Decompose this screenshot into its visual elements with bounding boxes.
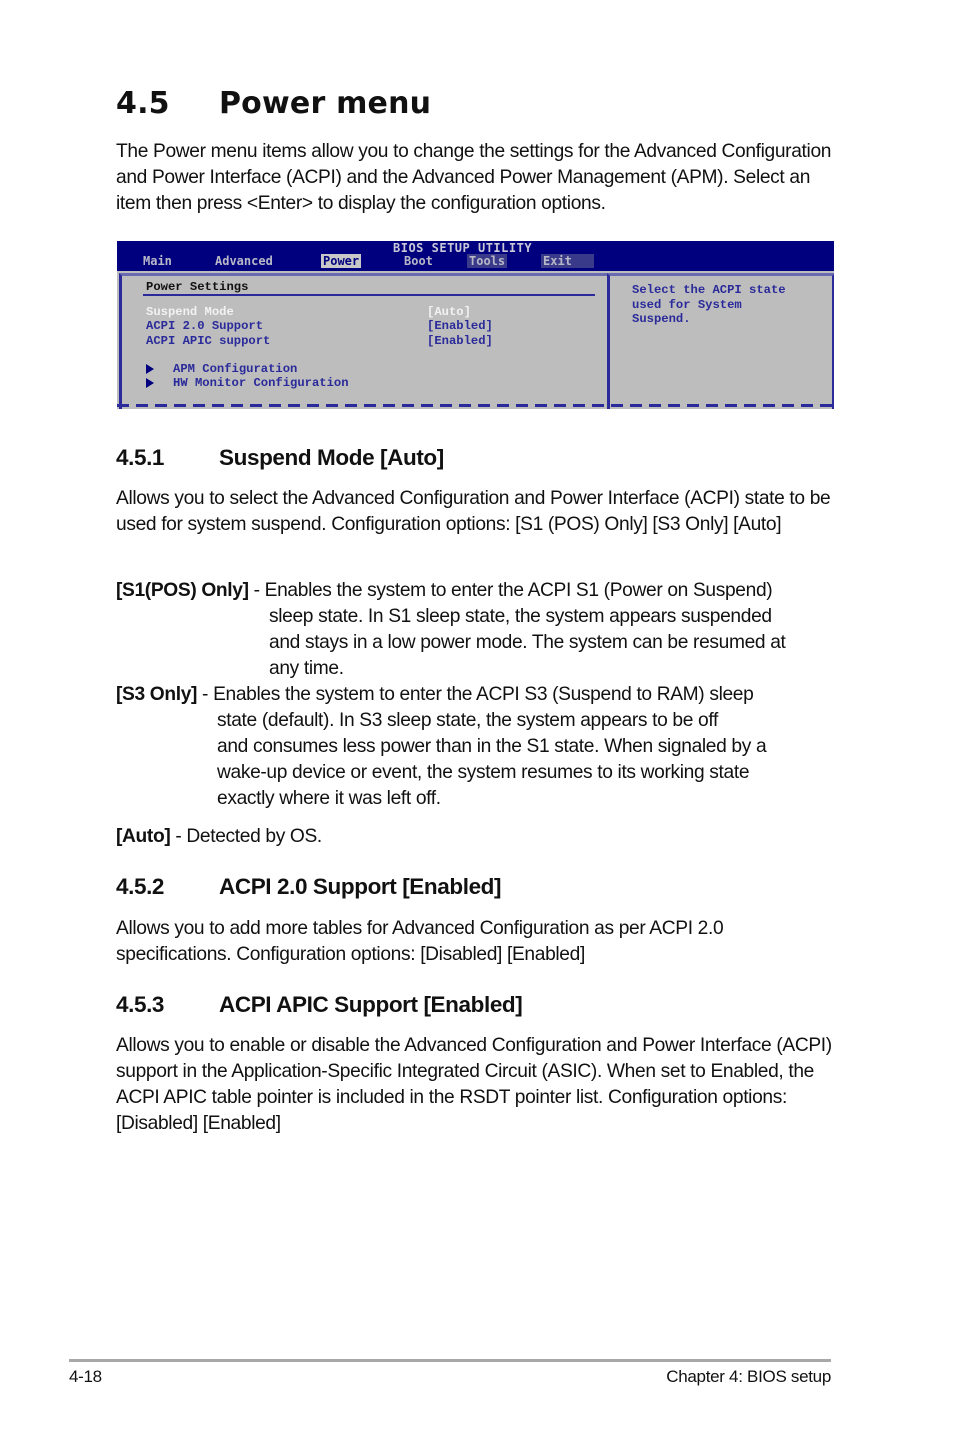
bios-bottom-border — [117, 404, 834, 407]
chapter-label: Chapter 4: BIOS setup — [666, 1367, 831, 1386]
bios-tab-advanced[interactable]: Advanced — [213, 254, 275, 268]
help-line: Suspend. — [632, 312, 691, 326]
option-auto: [Auto] - Detected by OS. — [116, 826, 322, 847]
option-line: Enables the system to enter the ACPI S1 … — [264, 580, 773, 601]
subsection-number: 4.5.3 — [116, 992, 165, 1017]
bios-tab-exit[interactable]: Exit — [541, 254, 594, 268]
bios-tab-boot[interactable]: Boot — [402, 254, 435, 268]
bios-submenu-hw-monitor[interactable]: HW Monitor Configuration — [173, 376, 349, 391]
option-line: exactly where it was left off. — [217, 788, 441, 809]
section-number: 4.5 — [116, 86, 170, 121]
subsection-number: 4.5.2 — [116, 874, 165, 899]
intro-paragraph: The Power menu items allow you to change… — [116, 141, 832, 214]
subsection-heading-4-5-2: 4.5.2 ACPI 2.0 Support [Enabled] — [116, 874, 502, 900]
option-line: and stays in a low power mode. The syste… — [269, 632, 786, 653]
option-term: [S3 Only] — [116, 684, 198, 705]
page-number: 4-18 — [69, 1367, 102, 1386]
option-line: wake-up device or event, the system resu… — [217, 762, 750, 783]
option-s1-pos-only: [S1(POS) Only] - Enables the system to e… — [116, 578, 836, 682]
bios-value-suspend-mode[interactable]: [Auto] — [427, 305, 471, 320]
subsection-heading-4-5-1: 4.5.1 Suspend Mode [Auto] — [116, 445, 444, 471]
option-term: [S1(POS) Only] — [116, 580, 249, 601]
suspend-mode-description: Allows you to select the Advanced Config… — [116, 488, 831, 535]
subsection-title: ACPI APIC Support [Enabled] — [219, 992, 523, 1017]
bios-item-acpi-apic[interactable]: ACPI APIC support — [146, 334, 270, 349]
option-s3-only: [S3 Only] - Enables the system to enter … — [116, 682, 836, 812]
option-line: and consumes less power than in the S1 s… — [217, 736, 767, 757]
submenu-arrow-icon — [146, 364, 154, 374]
acpi-apic-description: Allows you to enable or disable the Adva… — [116, 1035, 832, 1134]
bios-title: BIOS SETUP UTILITY — [393, 241, 533, 255]
option-line: Enables the system to enter the ACPI S3 … — [213, 684, 754, 705]
help-line: Select the ACPI state — [632, 283, 786, 297]
option-line: Detected by OS. — [186, 826, 322, 847]
bios-value-acpi-apic[interactable]: [Enabled] — [427, 334, 493, 349]
bios-tab-power[interactable]: Power — [321, 254, 362, 268]
acpi-20-description: Allows you to add more tables for Advanc… — [116, 918, 724, 965]
subsection-heading-4-5-3: 4.5.3 ACPI APIC Support [Enabled] — [116, 992, 523, 1018]
bios-value-acpi-20[interactable]: [Enabled] — [427, 319, 493, 334]
option-line: any time. — [269, 658, 344, 679]
bios-help-text: Select the ACPI state used for System Su… — [632, 283, 786, 327]
bios-tab-tools[interactable]: Tools — [467, 254, 508, 268]
footer-rule — [69, 1359, 831, 1362]
bios-item-acpi-20[interactable]: ACPI 2.0 Support — [146, 319, 263, 334]
subsection-title: ACPI 2.0 Support [Enabled] — [219, 874, 502, 899]
section-title-text: Power menu — [219, 86, 432, 121]
submenu-arrow-icon — [146, 378, 154, 388]
option-line: sleep state. In S1 sleep state, the syst… — [269, 606, 772, 627]
section-title: 4.5 Power menu — [116, 86, 431, 121]
bios-screenshot: BIOS SETUP UTILITY Main Advanced Power B… — [117, 241, 834, 409]
help-line: used for System — [632, 297, 742, 312]
bios-section-header: Power Settings — [146, 280, 249, 294]
subsection-number: 4.5.1 — [116, 445, 165, 470]
bios-item-suspend-mode[interactable]: Suspend Mode — [146, 305, 234, 320]
bios-tab-main[interactable]: Main — [141, 254, 174, 268]
option-line: state (default). In S3 sleep state, the … — [217, 710, 718, 731]
option-term: [Auto] — [116, 826, 171, 847]
bios-submenu-apm[interactable]: APM Configuration — [173, 362, 297, 377]
subsection-title: Suspend Mode [Auto] — [219, 445, 444, 470]
